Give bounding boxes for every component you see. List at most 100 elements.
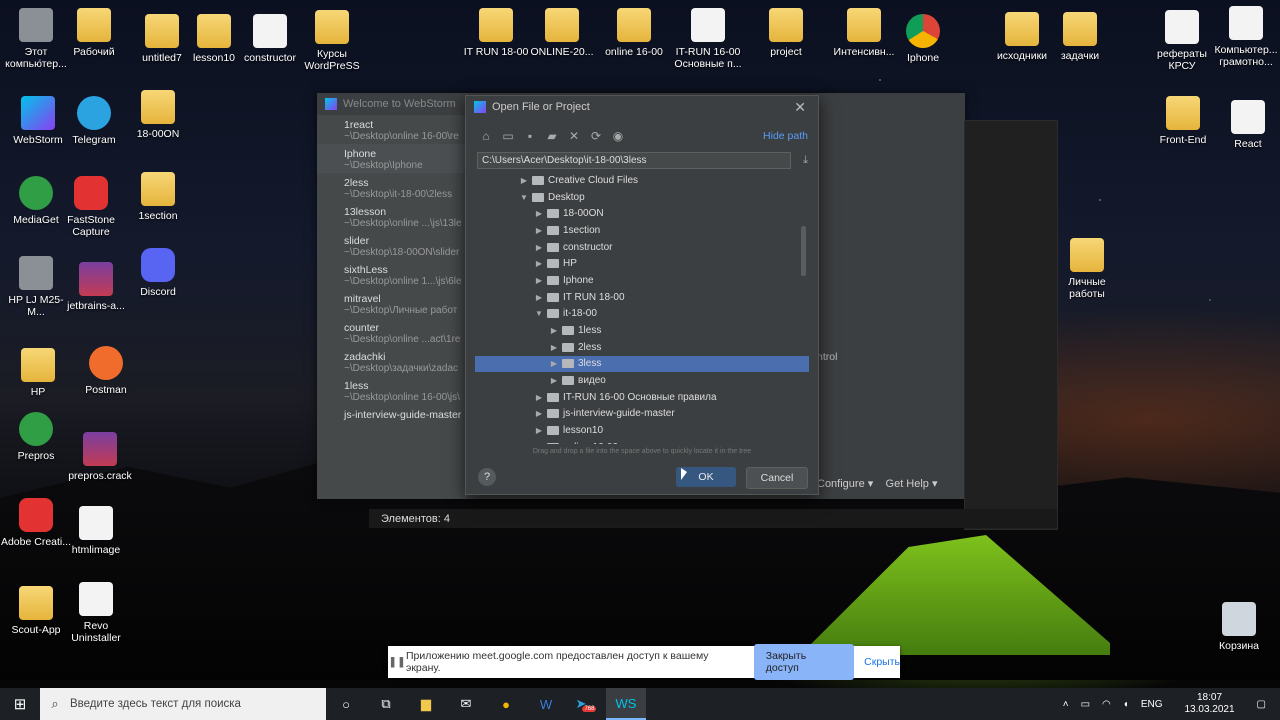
chevron-right-icon[interactable]: ▶	[533, 209, 545, 218]
hide-path-link[interactable]: Hide path	[763, 130, 808, 142]
cancel-button[interactable]: Cancel	[746, 467, 808, 489]
chevron-right-icon[interactable]: ▶	[533, 393, 545, 402]
desktop-icon-37[interactable]: Корзина	[1203, 602, 1275, 652]
file-tree[interactable]: ▶ Creative Cloud Files ▼ Desktop ▶ 18-00ON ▶ 1s…	[475, 172, 809, 444]
taskbar-search[interactable]: ⌕ Введите здесь текст для поиска	[40, 688, 326, 720]
stop-sharing-button[interactable]: Закрыть доступ	[753, 644, 855, 680]
desktop-icon-19[interactable]: 18-00ON	[122, 90, 194, 140]
webstorm-taskbar-icon[interactable]: WS	[606, 688, 646, 720]
chevron-right-icon[interactable]: ▶	[548, 343, 560, 352]
hide-bar-button[interactable]: Скрыть	[864, 656, 900, 668]
desktop-icon-29[interactable]: HP	[2, 348, 74, 398]
desktop-icon[interactable]: ▭	[500, 128, 516, 144]
tree-row[interactable]: ▶ 3less	[475, 355, 809, 373]
open-file-dialog[interactable]: Open File or Project ✕ ⌂ ▭ ▪ ▰ ✕ ⟳ ◉ Hid…	[465, 95, 819, 495]
clock[interactable]: 18:07 13.03.2021	[1178, 692, 1240, 716]
close-icon[interactable]: ✕	[794, 99, 806, 116]
download-icon[interactable]: ⤓	[803, 154, 808, 167]
recent-project-item[interactable]: 1less ~\Desktop\online 16-00\js\	[317, 376, 467, 405]
desktop-icon-1[interactable]: Рабочий	[58, 8, 130, 58]
tree-row[interactable]: ▶ видео	[475, 372, 809, 389]
tree-row[interactable]: ▶ constructor	[475, 239, 809, 256]
desktop-icon-31[interactable]: Prepros	[0, 412, 72, 462]
desktop-icon-16[interactable]: Компьютер... грамотно...	[1210, 6, 1280, 68]
tree-row[interactable]: ▶ 1less	[475, 322, 809, 339]
word-icon[interactable]: W	[526, 688, 566, 720]
cortana-icon[interactable]: ○	[326, 688, 366, 720]
recent-project-item[interactable]: 1react ~\Desktop\online 16-00\re	[317, 115, 467, 144]
desktop-icon-27[interactable]: Discord	[122, 248, 194, 298]
desktop-icon-20[interactable]: Front-End	[1147, 96, 1219, 146]
tree-row[interactable]: ▶ IT RUN 18-00	[475, 289, 809, 306]
desktop-icon-34[interactable]: htmlimage	[60, 506, 132, 556]
chevron-up-icon[interactable]: ˄	[1063, 699, 1069, 710]
chevron-right-icon[interactable]: ▶	[533, 426, 545, 435]
chevron-right-icon[interactable]: ▶	[533, 409, 545, 418]
desktop-icon-23[interactable]: FastStone Capture	[55, 176, 127, 238]
tree-scrollbar[interactable]	[801, 226, 806, 276]
desktop-icon-5[interactable]: Курсы WordPreSS	[296, 10, 368, 72]
desktop-icon-24[interactable]: 1section	[122, 172, 194, 222]
telegram-icon[interactable]: ➤ 768	[566, 688, 606, 720]
desktop-icon-9[interactable]: IT-RUN 16-00 Основные п...	[672, 8, 744, 70]
desktop-icon-12[interactable]: Iphone	[887, 14, 959, 64]
tree-row[interactable]: ▶ 18-00ON	[475, 205, 809, 222]
recent-project-item[interactable]: mitravel ~\Desktop\Личные работ	[317, 289, 467, 318]
language-indicator[interactable]: ENG	[1141, 699, 1163, 710]
chevron-right-icon[interactable]: ▶	[533, 276, 545, 285]
mail-icon[interactable]: ✉	[446, 688, 486, 720]
recent-project-item[interactable]: counter ~\Desktop\online ...act\1re	[317, 318, 467, 347]
recent-project-item[interactable]: 13lesson ~\Desktop\online ...\js\13le	[317, 202, 467, 231]
tree-row[interactable]: ▶ Iphone	[475, 272, 809, 289]
recent-project-item[interactable]: slider ~\Desktop\18-00ON\slider	[317, 231, 467, 260]
desktop-icon-36[interactable]: Revo Uninstaller	[60, 582, 132, 644]
battery-icon[interactable]: ▭	[1081, 699, 1090, 710]
chevron-right-icon[interactable]: ▶	[518, 176, 530, 185]
desktop-icon-7[interactable]: ONLINE-20...	[526, 8, 598, 58]
recent-project-item[interactable]: js-interview-guide-master	[317, 405, 467, 434]
chevron-right-icon[interactable]: ▶	[533, 243, 545, 252]
tree-row[interactable]: ▼ it-18-00	[475, 306, 809, 323]
chevron-right-icon[interactable]: ▶	[548, 376, 560, 385]
show-hidden-icon[interactable]: ◉	[610, 128, 626, 144]
delete-icon[interactable]: ✕	[566, 128, 582, 144]
desktop-icon-30[interactable]: Postman	[70, 346, 142, 396]
tree-row[interactable]: ▶ js-interview-guide-master	[475, 406, 809, 423]
path-input[interactable]: C:\Users\Acer\Desktop\it-18-00\3less	[477, 152, 791, 169]
notifications-icon[interactable]: ▢	[1257, 699, 1266, 710]
recent-project-item[interactable]: zadachki ~\Desktop\задачки\zadac	[317, 347, 467, 376]
dialog-titlebar[interactable]: Open File or Project	[466, 96, 818, 118]
tree-row[interactable]: ▼ Desktop	[475, 189, 809, 206]
desktop-icon-6[interactable]: IT RUN 18-00	[460, 8, 532, 58]
tree-row[interactable]: ▶ lesson10	[475, 422, 809, 439]
recent-project-item[interactable]: sixthLess ~\Desktop\online 1...\js\6le	[317, 260, 467, 289]
desktop-icon-28[interactable]: Личные работы	[1051, 238, 1123, 300]
chrome-icon[interactable]: ●	[486, 688, 526, 720]
desktop-icon-8[interactable]: online 16-00	[598, 8, 670, 58]
new-folder-icon[interactable]: ▰	[544, 128, 560, 144]
recent-project-item[interactable]: Iphone ~\Desktop\Iphone	[317, 144, 467, 173]
desktop-icon-15[interactable]: рефераты КРСУ	[1146, 10, 1218, 72]
refresh-icon[interactable]: ⟳	[588, 128, 604, 144]
tree-row[interactable]: ▶ 2less	[475, 339, 809, 356]
project-folder-icon[interactable]: ▪	[522, 128, 538, 144]
recent-project-item[interactable]: 2less ~\Desktop\it-18-00\2less	[317, 173, 467, 202]
desktop-icon-32[interactable]: prepros.crack	[64, 432, 136, 482]
home-icon[interactable]: ⌂	[478, 128, 494, 144]
desktop-icon-10[interactable]: project	[750, 8, 822, 58]
windows-start-icon[interactable]: ⊞	[0, 688, 40, 720]
file-explorer-icon[interactable]: ▆	[406, 688, 446, 720]
network-icon[interactable]: ◠	[1102, 699, 1111, 710]
chevron-right-icon[interactable]: ▶	[533, 259, 545, 268]
tree-row[interactable]: ▶ online 16-00	[475, 439, 809, 444]
tree-row[interactable]: ▶ HP	[475, 255, 809, 272]
recent-projects-list[interactable]: 1react ~\Desktop\online 16-00\re Iphone ~\D…	[317, 115, 467, 499]
configure-menu[interactable]: Configure ▾	[817, 478, 873, 490]
chevron-right-icon[interactable]: ▶	[533, 293, 545, 302]
chevron-right-icon[interactable]: ▶	[533, 443, 545, 444]
chevron-down-icon[interactable]: ▼	[518, 193, 530, 202]
desktop-icon-14[interactable]: задачки	[1044, 12, 1116, 62]
chevron-right-icon[interactable]: ▶	[533, 226, 545, 235]
desktop-icon-18[interactable]: Telegram	[58, 96, 130, 146]
task-view-icon[interactable]: ⧉	[366, 688, 406, 720]
